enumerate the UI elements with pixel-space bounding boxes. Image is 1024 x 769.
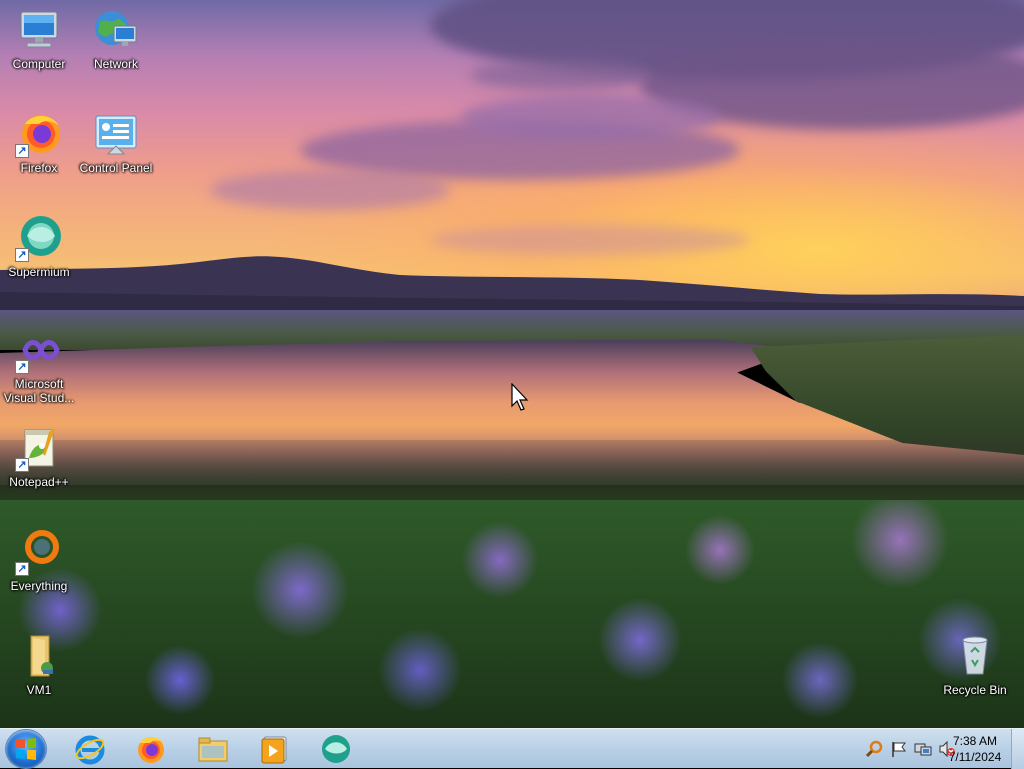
desktop-icon-everything[interactable]: ↗ Everything xyxy=(0,528,78,593)
firefox-icon: ↗ xyxy=(15,110,63,158)
clock-date: 7/11/2024 xyxy=(948,750,1002,764)
taskbar-media-player[interactable] xyxy=(248,731,300,767)
shortcut-arrow-icon: ↗ xyxy=(15,360,29,374)
desktop-icon-network[interactable]: Network xyxy=(77,6,155,71)
shortcut-arrow-icon: ↗ xyxy=(15,562,29,576)
desktop-icon-computer[interactable]: Computer xyxy=(0,6,78,71)
action-center-flag-icon[interactable] xyxy=(890,740,908,758)
taskbar-firefox[interactable] xyxy=(125,731,177,767)
show-desktop-button[interactable] xyxy=(1011,729,1024,769)
shortcut-arrow-icon: ↗ xyxy=(15,144,29,158)
everything-search-icon: ↗ xyxy=(15,528,63,576)
desktop-icon-firefox[interactable]: ↗ Firefox xyxy=(0,110,78,175)
visual-studio-icon: ↗ xyxy=(15,326,63,374)
windows-start-icon xyxy=(16,738,36,760)
desktop-icon-notepad-plus-plus[interactable]: ↗ Notepad++ xyxy=(0,424,78,489)
control-panel-icon xyxy=(92,110,140,158)
desktop-icon-supermium[interactable]: ↗ Supermium xyxy=(0,214,78,279)
internet-explorer-icon xyxy=(75,735,105,765)
supermium-icon xyxy=(322,735,350,763)
clock-time: 7:38 AM xyxy=(952,734,998,748)
taskbar-internet-explorer[interactable] xyxy=(64,731,116,767)
desktop-icon-vm1[interactable]: VM1 xyxy=(0,632,78,697)
shortcut-arrow-icon: ↗ xyxy=(15,458,29,472)
taskbar-file-explorer[interactable] xyxy=(187,731,239,767)
taskbar: 7:38 AM 7/11/2024 xyxy=(0,728,1024,769)
desktop-icon-control-panel[interactable]: Control Panel xyxy=(77,110,155,175)
shortcut-arrow-icon: ↗ xyxy=(15,248,29,262)
supermium-icon: ↗ xyxy=(15,214,63,262)
computer-icon xyxy=(15,6,63,54)
taskbar-clock[interactable]: 7:38 AM 7/11/2024 xyxy=(940,733,1010,765)
folder-icon xyxy=(15,632,63,680)
search-magnifier-icon[interactable] xyxy=(866,740,884,758)
firefox-icon xyxy=(138,737,164,763)
desktop-icon-recycle-bin[interactable]: Recycle Bin xyxy=(936,632,1014,697)
notepad-plus-plus-icon: ↗ xyxy=(15,424,63,472)
network-monitor-icon[interactable] xyxy=(914,740,932,758)
file-explorer-icon xyxy=(198,737,228,762)
start-button[interactable] xyxy=(6,730,46,768)
taskbar-supermium[interactable] xyxy=(310,731,362,767)
media-player-icon xyxy=(261,736,287,764)
mouse-cursor-icon xyxy=(511,383,529,411)
network-icon xyxy=(92,6,140,54)
recycle-bin-icon xyxy=(951,632,999,680)
system-tray: 7:38 AM 7/11/2024 xyxy=(834,729,1024,769)
desktop-icon-visual-studio[interactable]: ↗ Microsoft Visual Stud... xyxy=(0,326,78,405)
wallpaper-flowers xyxy=(0,500,1024,728)
